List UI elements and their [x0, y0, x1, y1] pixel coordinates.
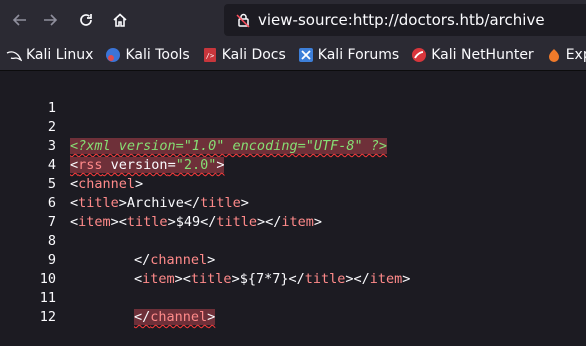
kali-forums-icon: [298, 47, 314, 63]
source-line: 4 <channel>: [0, 137, 586, 192]
url-bar[interactable]: view-source:http://doctors.htb/archive: [224, 4, 586, 36]
source-line: 1: [0, 80, 586, 116]
source-line: 2 <?xml version="1.0" encoding="UTF-8" ?…: [0, 99, 586, 154]
page-source-view: 1 2 <?xml version="1.0" encoding="UTF-8"…: [0, 71, 586, 342]
source-line: 9 <item><title>${7*7}</title></item>: [0, 232, 586, 287]
url-text[interactable]: view-source:http://doctors.htb/archive: [258, 11, 545, 29]
bookmark-label: Kali Linux: [26, 47, 94, 63]
bookmark-kali-forums[interactable]: Kali Forums: [298, 47, 399, 63]
arrow-right-icon: [44, 14, 58, 26]
tag-bracket: >: [207, 309, 216, 325]
bookmarks-toolbar: Kali Linux Kali Tools /> Kali Docs Kali …: [0, 40, 586, 71]
kali-docs-icon: />: [202, 47, 218, 63]
bookmark-label: Kali Docs: [221, 47, 286, 63]
exploit-db-icon: [546, 47, 562, 63]
kali-tools-icon: [105, 47, 121, 63]
bookmark-label: Kali NetHunter: [431, 47, 534, 63]
source-line: 5 <title>Archive</title>: [0, 156, 586, 211]
arrow-left-icon: [12, 14, 26, 26]
source-line: 10: [0, 251, 586, 287]
page-info-icon[interactable]: [228, 11, 258, 29]
svg-text:/>: />: [205, 52, 213, 60]
forward-button[interactable]: [38, 8, 62, 32]
bookmark-label: Exploit: [565, 47, 586, 63]
home-button[interactable]: [108, 8, 132, 32]
source-line: 7: [0, 194, 586, 230]
back-button[interactable]: [8, 8, 32, 32]
bookmark-kali-docs[interactable]: /> Kali Docs: [202, 47, 286, 63]
bookmark-exploit[interactable]: Exploit: [546, 47, 586, 63]
tag-bracket: </: [134, 309, 151, 325]
bookmark-label: Kali Tools: [125, 47, 190, 63]
home-icon: [113, 13, 127, 27]
source-line: 12: [0, 289, 586, 325]
browser-toolbar: view-source:http://doctors.htb/archive: [0, 0, 586, 40]
source-line: 3 <rss version="2.0">: [0, 118, 586, 173]
kali-dragon-icon: [6, 47, 22, 63]
source-line: 8 </channel>: [0, 213, 586, 268]
bookmark-label: Kali Forums: [317, 47, 400, 63]
bookmark-kali-nethunter[interactable]: Kali NetHunter: [411, 47, 534, 63]
source-line: 6 <item><title>$49</title></item>: [0, 175, 586, 230]
line-number: 12: [39, 309, 56, 325]
reload-button[interactable]: [74, 8, 98, 32]
bookmark-kali-tools[interactable]: Kali Tools: [105, 47, 190, 63]
tag-name: channel: [150, 309, 208, 325]
bookmark-kali-linux[interactable]: Kali Linux: [6, 47, 93, 63]
source-line: 11 </channel>: [0, 270, 586, 325]
reload-icon: [80, 14, 92, 26]
kali-nethunter-icon: [411, 47, 427, 63]
